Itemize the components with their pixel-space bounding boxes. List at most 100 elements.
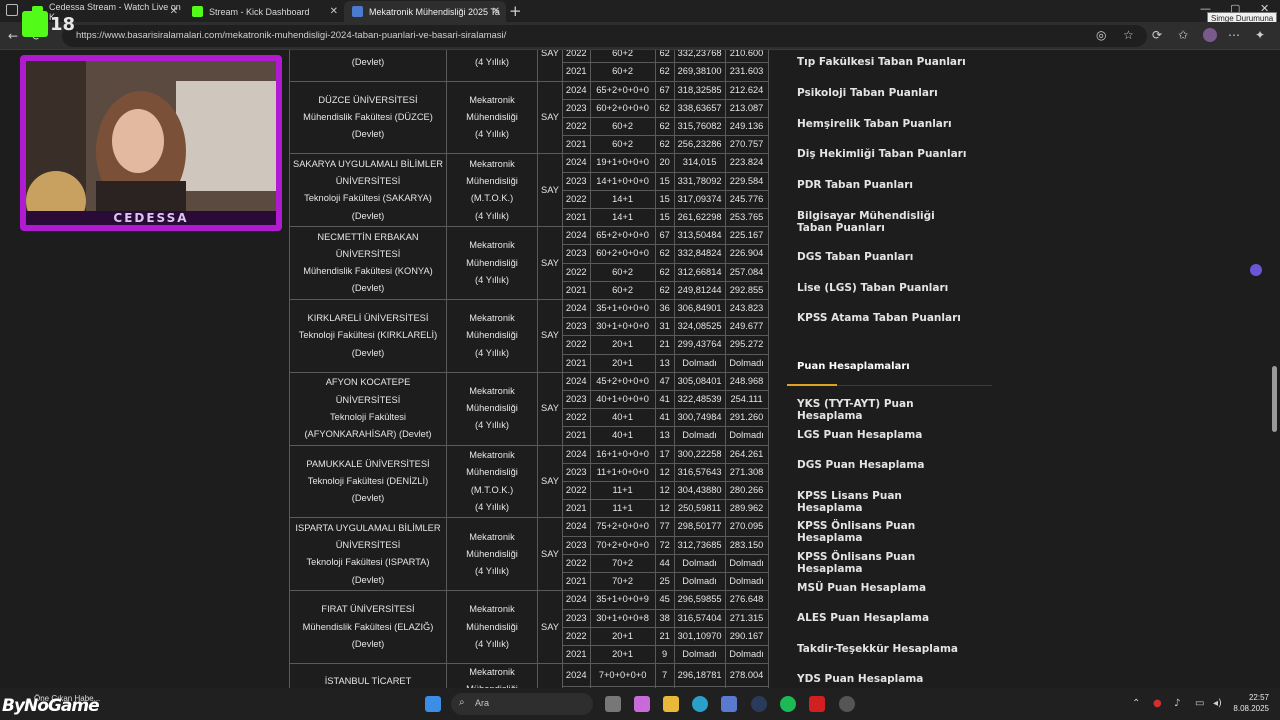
rank-cell: 278.004: [724, 663, 769, 688]
calc-link[interactable]: YDS Puan Hesaplama: [797, 673, 967, 685]
department-name: MekatronikMühendisliği(İngilizce) (Ücret…: [446, 663, 538, 688]
sidebar-link[interactable]: PDR Taban Puanları: [797, 179, 967, 191]
department-line: Mekatronik: [469, 94, 515, 105]
reader-mode-icon[interactable]: ◎: [1096, 28, 1106, 42]
department-line: (4 Yıllık): [475, 565, 509, 576]
sidebar-link[interactable]: Lise (LGS) Taban Puanları: [797, 282, 967, 294]
department-name: Mekatronik Mühendisliği (4 Yıllık): [446, 517, 538, 592]
rank-cell: 210.600: [724, 50, 769, 64]
calc-link[interactable]: MSÜ Puan Hesaplama: [797, 582, 967, 594]
department-line: (M.T.O.K.): [470, 484, 514, 495]
rank-cell: 283.150: [724, 535, 769, 555]
placed-cell: 9: [654, 644, 675, 665]
spotify-icon[interactable]: [780, 696, 796, 712]
mic-icon[interactable]: ♪: [1174, 698, 1180, 709]
favorite-star-icon[interactable]: ☆: [1123, 28, 1134, 42]
university-name: KIRKLARELİ ÜNİVERSİTESİ Teknoloji Fakülte…: [289, 299, 447, 373]
new-tab-icon[interactable]: +: [509, 2, 522, 20]
tab-kick-dashboard[interactable]: Stream - Kick Dashboard ✕: [184, 1, 344, 22]
calc-link[interactable]: KPSS Lisans Puan Hesaplama: [797, 490, 967, 514]
favorites-icon[interactable]: ✩: [1178, 28, 1188, 42]
steam-icon[interactable]: [751, 696, 767, 712]
department-line: Mekatronik: [469, 450, 515, 461]
close-tab-icon[interactable]: ✕: [330, 6, 338, 17]
placed-cell: 77: [654, 517, 675, 537]
department-line: Mekatronik: [469, 240, 515, 251]
file-explorer-icon[interactable]: [663, 696, 679, 712]
tray-app-icon[interactable]: ●: [1153, 698, 1162, 709]
calc-link[interactable]: LGS Puan Hesaplama: [797, 429, 967, 441]
base-score-cell: 305,08401: [673, 371, 726, 392]
display-icon[interactable]: ▭: [1195, 698, 1204, 709]
base-score-cell: 332,23768: [673, 50, 726, 64]
close-tab-icon[interactable]: ✕: [492, 6, 500, 17]
base-score-cell: 269,38100: [673, 62, 726, 82]
profile-avatar-icon[interactable]: [1203, 28, 1217, 42]
app-circle-icon[interactable]: [839, 696, 855, 712]
year-cell: 2023: [561, 390, 591, 410]
placed-cell: 15: [654, 189, 675, 210]
department-line: Mühendisliği: [466, 467, 518, 478]
quota-cell: 65+2+0+0+0: [589, 226, 656, 246]
refresh-site-icon[interactable]: ⟳: [1152, 28, 1162, 42]
task-view-icon[interactable]: [605, 696, 621, 712]
quota-cell: 60+2: [589, 262, 656, 282]
sidebar-link[interactable]: Hemşirelik Taban Puanları: [797, 118, 967, 130]
more-options-icon[interactable]: ⋯: [1228, 28, 1240, 42]
extension-icon[interactable]: [1250, 264, 1262, 276]
calc-link[interactable]: YKS (TYT-AYT) Puan Hesaplama: [797, 398, 967, 422]
calc-link[interactable]: Takdir-Teşekkür Hesaplama: [797, 643, 967, 655]
placed-cell: 21: [654, 335, 675, 355]
university-name-line: ÜNİVERSİTESİ: [335, 176, 401, 187]
quota-cell: 19+1+0+0+0: [589, 153, 656, 173]
url-field[interactable]: https://www.basarisiralamalari.com/mekat…: [62, 25, 1147, 47]
store-icon[interactable]: [721, 696, 737, 712]
app-red-icon[interactable]: [809, 696, 825, 712]
table-row: FIRAT ÜNİVERSİTESİ Mühendislik Fakültesi …: [289, 590, 769, 665]
taskbar-clock[interactable]: 22:57 8.08.2025: [1233, 692, 1269, 714]
tray-chevron-icon[interactable]: ⌃: [1132, 698, 1140, 709]
sidebar-link[interactable]: Psikoloji Taban Puanları: [797, 87, 967, 99]
windows-start-icon[interactable]: [425, 696, 441, 712]
calc-link[interactable]: KPSS Önlisans Puan Hesaplama: [797, 520, 967, 544]
back-icon[interactable]: ←: [8, 29, 18, 43]
base-score-cell: 301,10970: [673, 626, 726, 646]
volume-icon[interactable]: ◂): [1213, 698, 1222, 709]
sidebar-link[interactable]: DGS Taban Puanları: [797, 251, 967, 263]
tab-kick-stream[interactable]: Cedessa Stream - Watch Live on K ✕: [24, 1, 184, 22]
university-name: PAMUKKALE ÜNİVERSİTESİ Teknoloji Fakültes…: [289, 444, 447, 519]
calc-link[interactable]: DGS Puan Hesaplama: [797, 459, 967, 471]
copilot-icon[interactable]: ✦: [1255, 28, 1265, 42]
university-name-line: SAKARYA UYGULAMALI BİLİMLER: [293, 158, 444, 169]
university-name-line: (Devlet): [351, 574, 385, 585]
sidebar-link[interactable]: Diş Hekimliği Taban Puanları: [797, 148, 967, 160]
university-name-line: Teknoloji Fakültesi: [330, 411, 406, 422]
calc-link[interactable]: ALES Puan Hesaplama: [797, 612, 967, 624]
scrollbar-thumb[interactable]: [1272, 366, 1277, 432]
copilot-app-icon[interactable]: [634, 696, 650, 712]
window-menu-icon[interactable]: [6, 4, 18, 16]
taskbar-search[interactable]: ⌕ Ara: [451, 693, 593, 715]
score-type: SAY: [537, 80, 563, 155]
calc-link[interactable]: KPSS Önlisans Puan Hesaplama: [797, 551, 967, 575]
streamer-name: CEDESSA: [26, 211, 276, 225]
score-type: SAY: [537, 444, 563, 519]
tab-mekatronik[interactable]: Mekatronik Mühendisliği 2025 Ta ✕: [344, 1, 506, 22]
sidebar-link[interactable]: Tıp Fakülkesi Taban Puanları: [797, 56, 967, 68]
sidebar-link[interactable]: Bilgisayar Mühendisliği Taban Puanları: [797, 210, 967, 234]
university-name: Mühendislik Fakültesi (KAYSERİ)(Devlet): [289, 50, 447, 82]
base-score-cell: 298,50177: [673, 517, 726, 537]
rank-cell: 243.823: [724, 299, 769, 319]
base-score-cell: 313,50484: [673, 226, 726, 246]
edge-icon[interactable]: [692, 696, 708, 712]
year-cell: 2021: [561, 280, 591, 301]
placed-cell: 47: [654, 371, 675, 392]
sidebar-link[interactable]: KPSS Atama Taban Puanları: [797, 312, 967, 324]
close-tab-icon[interactable]: ✕: [170, 6, 178, 17]
university-name-line: (Devlet): [351, 347, 385, 358]
university-name: DÜZCE ÜNİVERSİTESİ Mühendislik Fakültesi …: [289, 80, 447, 155]
department-line: (4 Yıllık): [475, 274, 509, 285]
year-cell: 2023: [561, 317, 591, 337]
department-line: Mühendisliği: [466, 257, 518, 268]
rank-cell: Dolmadı: [724, 572, 769, 592]
